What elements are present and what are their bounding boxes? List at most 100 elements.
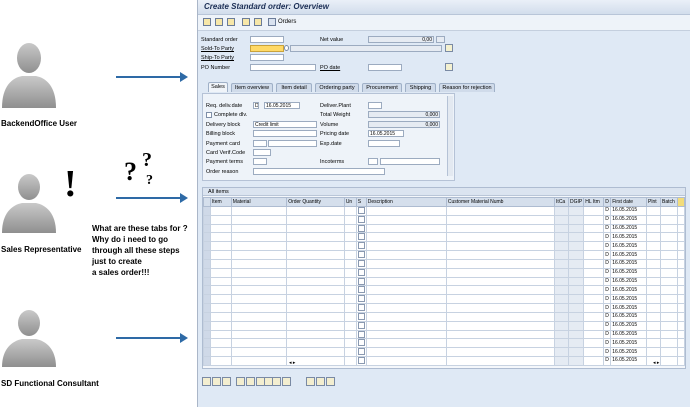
table-cell[interactable] [203, 206, 211, 216]
table-cell[interactable] [583, 303, 605, 313]
change-icon[interactable] [242, 18, 250, 26]
table-cell[interactable] [660, 311, 678, 322]
table-cell[interactable] [554, 258, 570, 269]
table-cell[interactable] [554, 338, 570, 349]
table-row[interactable]: D 16.05.2015 [203, 276, 686, 287]
search-help-icon[interactable] [284, 45, 289, 51]
table-cell[interactable]: 16.05.2015 [610, 241, 648, 252]
status-checkbox[interactable] [357, 322, 365, 329]
table-cell[interactable] [676, 250, 686, 260]
detail-icon[interactable] [236, 377, 245, 386]
payment-terms-field[interactable] [253, 158, 267, 165]
table-row[interactable]: D 16.05.2015 [203, 250, 686, 260]
table-cell[interactable] [209, 232, 232, 243]
table-cell[interactable]: D [603, 285, 612, 296]
table-cell[interactable] [343, 320, 357, 331]
table-cell[interactable] [554, 214, 570, 225]
table-cell[interactable] [445, 356, 556, 366]
table-cell[interactable] [568, 276, 585, 287]
table-cell[interactable] [568, 356, 585, 366]
table-cell[interactable] [583, 285, 605, 296]
table-cell[interactable]: D [603, 347, 612, 358]
table-cell[interactable] [203, 267, 211, 278]
table-cell[interactable] [554, 329, 570, 340]
table-cell[interactable] [445, 258, 556, 269]
table-cell[interactable] [445, 250, 556, 260]
table-row[interactable]: D 16.05.2015 [203, 356, 686, 366]
table-cell[interactable] [209, 294, 232, 305]
table-cell[interactable] [365, 214, 447, 225]
tab-shipping[interactable]: Shipping [405, 83, 436, 92]
table-row[interactable]: D 16.05.2015 [203, 214, 686, 225]
table-row[interactable]: D 16.05.2015 [203, 285, 686, 296]
table-cell[interactable] [203, 285, 211, 296]
table-cell[interactable]: 16.05.2015 [610, 294, 648, 305]
table-cell[interactable] [343, 223, 357, 234]
table-cell[interactable] [568, 329, 585, 340]
table-cell[interactable] [365, 276, 447, 287]
table-cell[interactable] [568, 223, 585, 234]
table-cell[interactable] [445, 320, 556, 331]
table-cell[interactable] [676, 276, 686, 287]
table-cell[interactable] [286, 329, 345, 340]
table-cell[interactable] [230, 250, 288, 260]
table-row[interactable]: D 16.05.2015 [203, 303, 686, 313]
column-header[interactable]: Material [230, 197, 288, 207]
table-cell[interactable] [445, 329, 556, 340]
table-row[interactable]: D 16.05.2015 [203, 329, 686, 340]
table-cell[interactable] [445, 276, 556, 287]
table-cell[interactable] [445, 347, 556, 358]
table-cell[interactable] [365, 329, 447, 340]
table-cell[interactable] [230, 206, 288, 216]
status-checkbox[interactable] [357, 260, 365, 267]
table-cell[interactable] [646, 241, 661, 252]
table-cell[interactable]: 16.05.2015 [610, 267, 648, 278]
table-cell[interactable] [355, 311, 367, 322]
table-row[interactable]: D 16.05.2015 [203, 294, 686, 305]
table-cell[interactable] [583, 206, 605, 216]
table-cell[interactable] [568, 232, 585, 243]
table-cell[interactable] [568, 294, 585, 305]
status-checkbox[interactable] [357, 207, 365, 214]
column-header[interactable]: Plnt [646, 197, 661, 207]
table-cell[interactable] [230, 232, 288, 243]
pricing-date-field[interactable]: 16.05.2015 [368, 130, 404, 137]
table-cell[interactable] [365, 250, 447, 260]
tab-procurement[interactable]: Procurement [362, 83, 402, 92]
table-cell[interactable] [355, 356, 367, 366]
table-cell[interactable] [676, 294, 686, 305]
table-cell[interactable] [445, 223, 556, 234]
table-cell[interactable]: 16.05.2015 [610, 258, 648, 269]
tab-item-overview[interactable]: Item overview [231, 83, 273, 92]
table-cell[interactable]: D [603, 206, 612, 216]
table-cell[interactable] [203, 214, 211, 225]
table-cell[interactable] [554, 206, 570, 216]
table-cell[interactable]: D [603, 338, 612, 349]
table-cell[interactable] [660, 338, 678, 349]
table-cell[interactable] [355, 303, 367, 313]
table-cell[interactable] [554, 347, 570, 358]
table-cell[interactable] [365, 285, 447, 296]
table-cell[interactable] [286, 285, 345, 296]
table-cell[interactable] [203, 311, 211, 322]
table-cell[interactable] [646, 214, 661, 225]
find-next-icon[interactable] [272, 377, 281, 386]
table-cell[interactable] [203, 241, 211, 252]
table-cell[interactable] [365, 267, 447, 278]
status-checkbox[interactable] [357, 251, 365, 259]
table-cell[interactable] [568, 303, 585, 313]
table-cell[interactable]: D [603, 356, 612, 366]
table-cell[interactable]: D [603, 294, 612, 305]
table-cell[interactable]: 16.05.2015 [610, 223, 648, 234]
table-cell[interactable] [583, 258, 605, 269]
table-cell[interactable] [203, 338, 211, 349]
table-cell[interactable]: 16.05.2015 [610, 303, 648, 313]
table-cell[interactable] [286, 206, 345, 216]
table-cell[interactable] [646, 303, 661, 313]
table-cell[interactable]: 16.05.2015 [610, 285, 648, 296]
table-cell[interactable] [209, 267, 232, 278]
table-cell[interactable] [343, 206, 357, 216]
table-cell[interactable] [209, 356, 232, 366]
table-cell[interactable]: 16.05.2015 [610, 311, 648, 322]
table-cell[interactable]: D [603, 223, 612, 234]
